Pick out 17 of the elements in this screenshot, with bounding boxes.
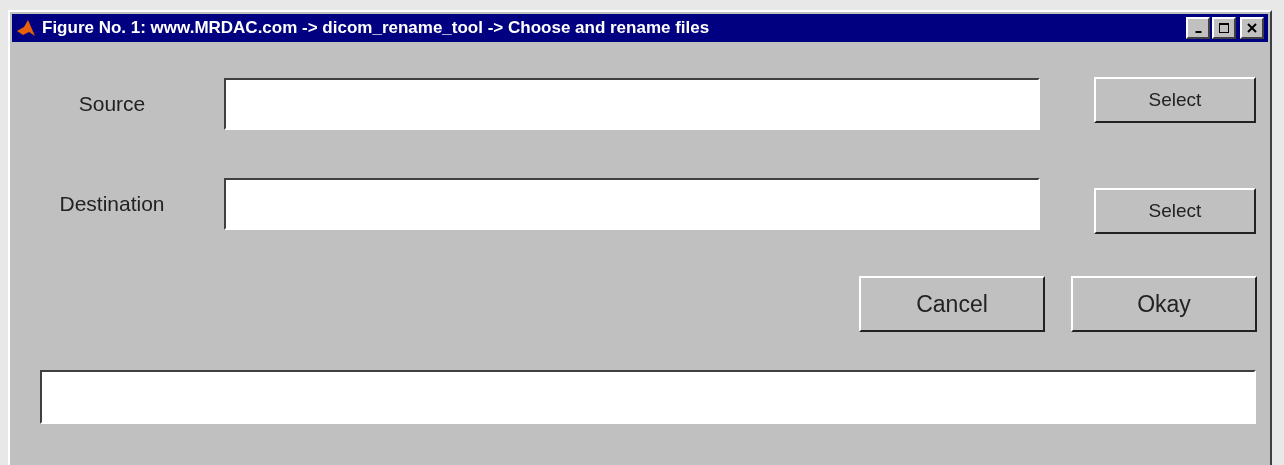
select-button[interactable]: Select (1094, 188, 1256, 234)
field-label: Destination (58, 192, 166, 216)
app-icon (16, 18, 36, 38)
maximize-icon (1219, 23, 1229, 33)
cancel-button[interactable]: Cancel (859, 276, 1045, 332)
field-label: Source (77, 92, 147, 116)
status-field[interactable] (40, 370, 1256, 424)
okay-button[interactable]: Okay (1071, 276, 1257, 332)
minimize-icon (1194, 31, 1202, 33)
minimize-button[interactable] (1186, 17, 1210, 39)
input-field[interactable] (224, 78, 1040, 130)
input-field[interactable] (224, 178, 1040, 230)
window-title: Figure No. 1: www.MRDAC.com -> dicom_rename_tool -> Choose and rename files (42, 18, 711, 38)
close-icon (1247, 23, 1257, 33)
close-button[interactable] (1240, 17, 1264, 39)
maximize-button[interactable] (1212, 17, 1236, 39)
select-button[interactable]: Select (1094, 77, 1256, 123)
